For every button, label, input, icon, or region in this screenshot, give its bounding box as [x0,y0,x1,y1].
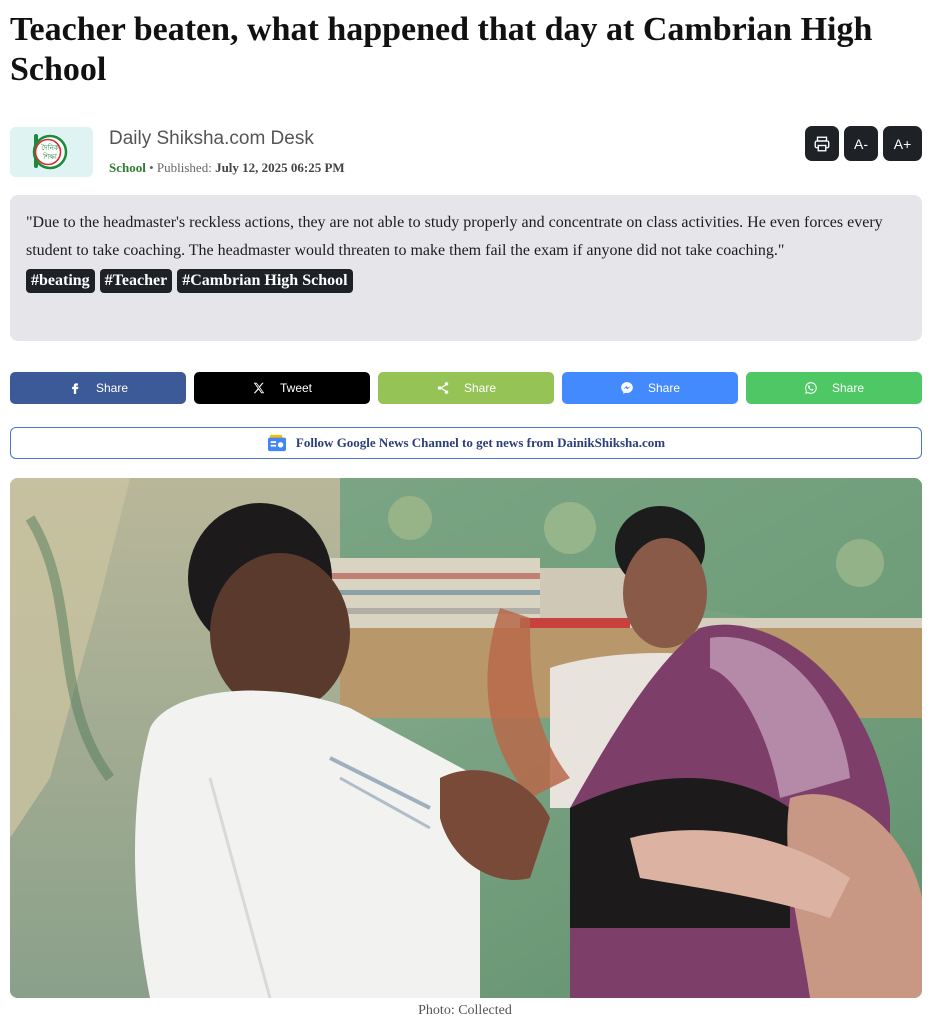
author-name[interactable]: Daily Shiksha.com Desk [109,128,314,150]
messenger-share-button[interactable]: Share [562,372,738,404]
tag-list: #beating #Teacher #Cambrian High School [26,269,906,293]
published-date: July 12, 2025 06:25 PM [215,160,345,175]
google-news-icon [267,434,286,452]
share-icon [437,382,449,394]
tag-teacher[interactable]: #Teacher [99,269,173,293]
whatsapp-icon [805,382,817,394]
font-increase-button[interactable]: A+ [883,126,922,161]
whatsapp-share-button[interactable]: Share [746,372,922,404]
share-label: Share [95,381,129,395]
logo-text-2: শিক্ষা [42,153,58,161]
summary-text: "Due to the headmaster's reckless action… [26,214,883,259]
google-news-text: Follow Google News Channel to get news f… [295,435,666,450]
font-decrease-button[interactable]: A- [844,126,878,161]
article-summary-box: "Due to the headmaster's reckless action… [10,195,922,341]
published-label: Published: [156,160,212,175]
share-label: Share [463,381,497,395]
print-button[interactable] [805,126,839,161]
messenger-icon [621,382,633,394]
article-headline: Teacher beaten, what happened that day a… [10,11,873,88]
facebook-share-button[interactable]: Share [10,372,186,404]
share-label: Share [647,381,681,395]
generic-share-button[interactable]: Share [378,372,554,404]
x-share-button[interactable]: Tweet [194,372,370,404]
article-meta: School • Published: July 12, 2025 06:25 … [109,160,345,176]
google-news-follow-button[interactable]: Follow Google News Channel to get news f… [10,427,922,459]
x-icon [253,382,265,394]
printer-icon [814,136,830,151]
share-bar: Share Tweet Share Share Share [10,372,922,404]
meta-separator: • [149,160,157,175]
photo-caption: Photo: Collected [418,1003,512,1018]
share-label: Tweet [279,381,312,395]
article-photo[interactable] [10,478,922,998]
facebook-icon [72,383,79,394]
logo-text-1: দৈনিক [41,144,59,152]
category-link[interactable]: School [109,160,146,175]
author-row: দৈনিক শিক্ষা Daily Shiksha.com Desk Scho… [10,126,922,179]
text-tools: A- A+ [805,126,922,161]
tag-beating[interactable]: #beating [26,269,95,293]
tag-cambrian-high-school[interactable]: #Cambrian High School [177,269,353,293]
share-label: Share [831,381,865,395]
publisher-logo[interactable]: দৈনিক শিক্ষা [10,127,93,177]
